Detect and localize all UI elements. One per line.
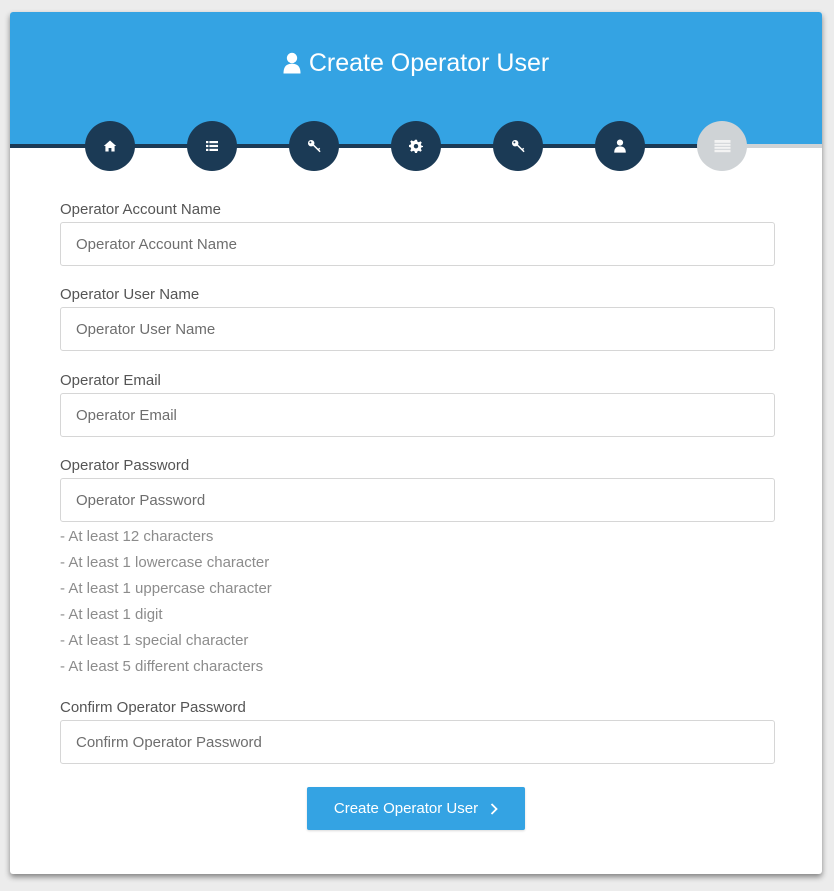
confirm-password-label: Confirm Operator Password: [60, 699, 246, 716]
table-icon: [714, 139, 730, 152]
wizard-step-list[interactable]: [187, 121, 237, 171]
key-icon: [308, 140, 321, 153]
key-icon: [512, 140, 525, 153]
password-rule: - At least 5 different characters: [60, 658, 264, 675]
create-operator-user-button[interactable]: Create Operator User: [307, 787, 525, 830]
create-operator-card: Create Operator User Operator Account Na…: [10, 12, 822, 874]
password-label: Operator Password: [60, 457, 190, 474]
user-icon: [283, 52, 301, 74]
account-name-label: Operator Account Name: [60, 201, 221, 218]
password-rule: - At least 1 special character: [60, 632, 249, 649]
page-title-text: Create Operator User: [308, 49, 550, 77]
user-name-label: Operator User Name: [60, 286, 200, 303]
gear-icon: [409, 139, 423, 153]
home-icon: [103, 140, 117, 152]
password-rule: - At least 1 digit: [60, 606, 163, 623]
password-rule: - At least 1 uppercase character: [60, 580, 272, 597]
password-rule: - At least 1 lowercase character: [60, 554, 270, 571]
email-label: Operator Email: [60, 372, 161, 389]
wizard-step-home[interactable]: [85, 121, 135, 171]
password-rule: - At least 12 characters: [60, 528, 214, 545]
password-rules-list: - At least 12 characters - At least 1 lo…: [60, 528, 272, 684]
email-input[interactable]: [60, 393, 775, 437]
confirm-password-input[interactable]: [60, 720, 775, 764]
wizard-step-settings[interactable]: [391, 121, 441, 171]
account-name-input[interactable]: [60, 222, 775, 266]
wizard-step-user[interactable]: [595, 121, 645, 171]
user-name-input[interactable]: [60, 307, 775, 351]
create-operator-user-button-label: Create Operator User: [333, 800, 479, 817]
chevron-right-icon: [490, 802, 498, 815]
wizard-step-key[interactable]: [289, 121, 339, 171]
wizard-step-table[interactable]: [697, 121, 747, 171]
password-input[interactable]: [60, 478, 775, 522]
list-icon: [206, 141, 218, 151]
page-title: Create Operator User: [10, 48, 822, 78]
user-icon: [614, 139, 626, 153]
wizard-step-key-2[interactable]: [493, 121, 543, 171]
